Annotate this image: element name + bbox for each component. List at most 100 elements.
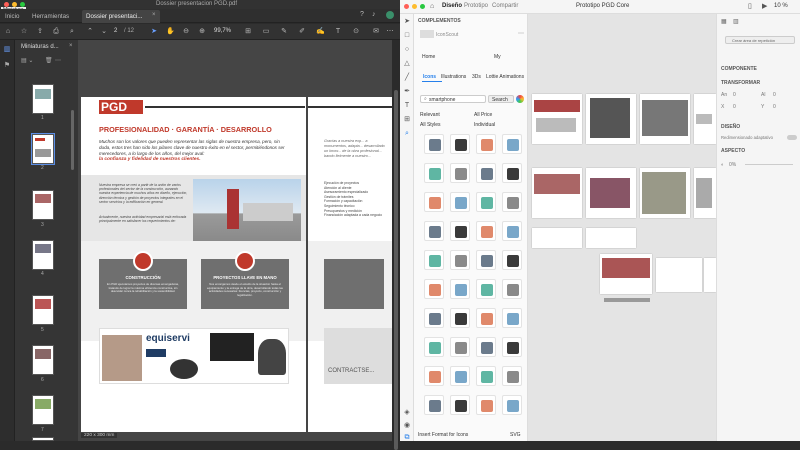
search-button[interactable]: Search — [488, 95, 514, 103]
icon-result-tile[interactable] — [476, 366, 496, 386]
artboard[interactable] — [704, 258, 716, 292]
tab-document[interactable]: Dossier presentaci... — [82, 10, 160, 23]
thumb-options-icon[interactable]: ⋯ — [55, 57, 61, 64]
nav-home[interactable]: Home — [422, 54, 435, 60]
help-icon[interactable]: ? — [360, 11, 364, 18]
prev-page-icon[interactable]: ⌃ — [86, 28, 94, 36]
tab-lottie[interactable]: Lottie Animations — [486, 74, 524, 80]
icon-result-tile[interactable] — [450, 192, 470, 212]
highlight-icon[interactable]: ✎ — [280, 28, 288, 36]
xd-canvas[interactable] — [528, 14, 716, 441]
thumbnail-page[interactable] — [32, 295, 54, 325]
filter-styles[interactable]: All Styles — [420, 122, 441, 128]
icon-result-tile[interactable] — [424, 337, 444, 357]
close-panel-icon[interactable]: × — [69, 43, 73, 49]
icon-result-tile[interactable] — [502, 163, 522, 183]
create-repeat-grid-button[interactable]: Crear área de repetición — [725, 36, 795, 44]
icon-result-tile[interactable] — [450, 221, 470, 241]
icon-result-tile[interactable] — [476, 395, 496, 415]
page-current[interactable]: 2 — [114, 28, 117, 34]
artboard[interactable] — [586, 94, 636, 144]
print-icon[interactable]: ⎙ — [52, 28, 60, 36]
icon-result-tile[interactable] — [502, 250, 522, 270]
home-icon[interactable]: ⌂ — [430, 3, 434, 10]
icon-result-tile[interactable] — [502, 366, 522, 386]
zoom-in-icon[interactable]: ⊕ — [198, 28, 206, 36]
close-window-button[interactable] — [404, 4, 409, 9]
thumbnail-page[interactable] — [32, 437, 54, 441]
rectangle-tool-icon[interactable]: □ — [403, 32, 411, 40]
icon-result-tile[interactable] — [424, 395, 444, 415]
y-value[interactable]: 0 — [773, 104, 776, 110]
icon-result-tile[interactable] — [476, 221, 496, 241]
ellipse-tool-icon[interactable]: ○ — [403, 46, 411, 54]
line-tool-icon[interactable]: ╱ — [403, 74, 411, 82]
thumbnail-scrollbar[interactable] — [71, 110, 74, 170]
filter-individual[interactable]: Individual — [474, 122, 495, 128]
pen-tool-icon[interactable]: ✒ — [403, 88, 411, 96]
opacity-value[interactable]: 0% — [729, 162, 736, 168]
icon-result-tile[interactable] — [476, 163, 496, 183]
icon-result-tile[interactable] — [476, 134, 496, 154]
select-tool-icon[interactable]: ➤ — [403, 18, 411, 26]
width-value[interactable]: 0 — [733, 92, 736, 98]
home-icon[interactable]: ⌂ — [4, 28, 12, 36]
icon-result-tile[interactable] — [502, 395, 522, 415]
icon-result-tile[interactable] — [450, 395, 470, 415]
artboard[interactable] — [586, 168, 636, 218]
icon-result-tile[interactable] — [450, 366, 470, 386]
star-icon[interactable]: ☆ — [20, 28, 28, 36]
artboard[interactable] — [532, 168, 582, 218]
icon-result-tile[interactable] — [476, 250, 496, 270]
draw-icon[interactable]: ✐ — [298, 28, 306, 36]
polygon-tool-icon[interactable]: △ — [403, 60, 411, 68]
search-icon[interactable]: ⌕ — [68, 28, 76, 36]
responsive-toggle[interactable] — [787, 135, 797, 140]
plugin-more-icon[interactable]: ⋯ — [518, 30, 524, 37]
zoom-out-icon[interactable]: ⊖ — [182, 28, 190, 36]
filter-price[interactable]: All Price — [474, 112, 492, 118]
icon-result-tile[interactable] — [502, 134, 522, 154]
icon-result-tile[interactable] — [424, 134, 444, 154]
avatar[interactable] — [386, 11, 394, 19]
icon-result-tile[interactable] — [450, 163, 470, 183]
more-icon[interactable]: ⋯ — [386, 28, 394, 36]
options-icon[interactable]: ▤ ⌄ — [21, 57, 33, 64]
zoom-tool-icon[interactable]: ⌕ — [403, 130, 411, 138]
bookmark-icon[interactable]: ⚑ — [3, 62, 11, 70]
icon-result-tile[interactable] — [424, 279, 444, 299]
artboard[interactable] — [640, 94, 690, 144]
minimize-window-button[interactable] — [412, 4, 417, 9]
tab-herramientas[interactable]: Herramientas — [28, 10, 73, 23]
tab-icons[interactable]: Icons — [423, 74, 436, 80]
fit-page-icon[interactable]: ⊞ — [244, 28, 252, 36]
icon-result-tile[interactable] — [476, 192, 496, 212]
tab-inicio[interactable]: Inicio — [1, 10, 23, 23]
icon-result-tile[interactable] — [476, 308, 496, 328]
cursor-icon[interactable]: ➤ — [150, 28, 158, 36]
artboard-tool-icon[interactable]: ⊞ — [403, 116, 411, 124]
hand-icon[interactable]: ✋ — [166, 28, 175, 36]
maximize-window-button[interactable] — [420, 4, 425, 9]
layers-icon[interactable]: ◈ — [403, 409, 411, 417]
artboard[interactable] — [586, 228, 636, 248]
close-tab-icon[interactable]: × — [152, 12, 156, 18]
thumbnail-page[interactable] — [32, 190, 54, 220]
icon-result-tile[interactable] — [424, 366, 444, 386]
props-icon-2[interactable]: ▥ — [733, 18, 739, 25]
x-value[interactable]: 0 — [733, 104, 736, 110]
opacity-slider[interactable] — [745, 164, 793, 165]
props-icon-1[interactable]: ▦ — [721, 18, 727, 25]
filter-relevant[interactable]: Relevant — [420, 112, 440, 118]
thumbnail-page[interactable] — [32, 240, 54, 270]
artboard[interactable] — [532, 228, 582, 248]
artboard[interactable] — [656, 258, 702, 292]
icon-result-tile[interactable] — [424, 163, 444, 183]
thumbnail-page[interactable] — [32, 84, 54, 114]
assets-icon[interactable]: ◉ — [403, 422, 411, 430]
tab-share[interactable]: Compartir — [492, 3, 518, 9]
icon-result-tile[interactable] — [502, 279, 522, 299]
icon-result-tile[interactable] — [502, 221, 522, 241]
artboard[interactable] — [694, 168, 716, 218]
icon-result-tile[interactable] — [424, 250, 444, 270]
